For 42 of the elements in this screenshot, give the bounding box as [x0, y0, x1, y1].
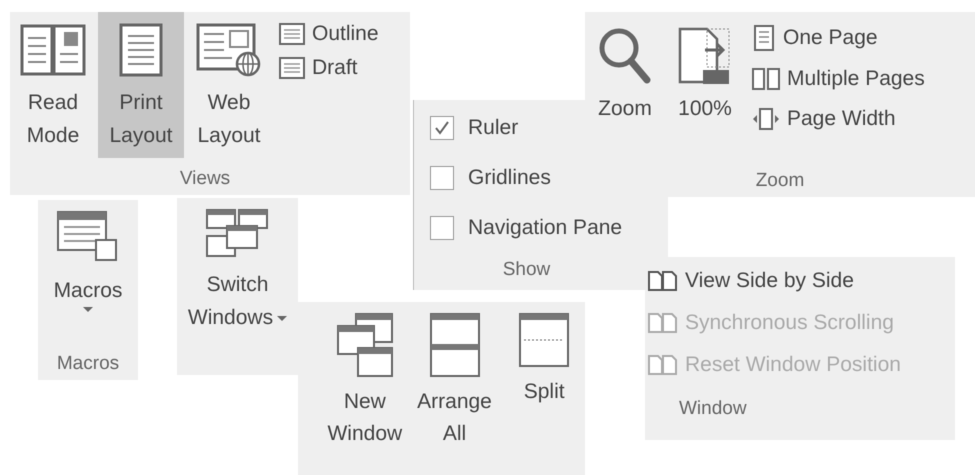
scroll-pages-icon	[647, 311, 679, 335]
checkbox-option[interactable]: Navigation Pane	[430, 216, 622, 240]
page-view-button[interactable]: One Page	[751, 24, 925, 52]
two-pages-icon	[647, 269, 679, 293]
page-icon	[118, 22, 164, 78]
page-view-button[interactable]: Page Width	[751, 106, 925, 132]
group-label: Macros	[56, 352, 120, 376]
view-mode-button[interactable]: Read Mode	[10, 12, 96, 158]
web-page-icon	[196, 22, 262, 78]
window-button[interactable]: New Window	[324, 302, 406, 475]
window-option-button[interactable]: View Side by Side	[647, 269, 955, 293]
zoom-button[interactable]: 100%	[665, 12, 745, 125]
checkbox-option[interactable]: Gridlines	[430, 166, 551, 190]
window-button[interactable]: Split	[503, 302, 586, 475]
group-label: Show	[502, 258, 552, 282]
group-label: Window	[678, 397, 748, 421]
book-icon	[20, 22, 86, 78]
outline-icon	[278, 22, 306, 46]
page-icon	[751, 24, 777, 52]
zoom-button[interactable]: Zoom	[585, 12, 665, 125]
checkbox[interactable]	[430, 216, 454, 240]
draft-icon	[278, 56, 306, 80]
split-window-icon	[518, 312, 570, 368]
two-pages-icon	[751, 66, 781, 92]
page-width-icon	[751, 106, 781, 132]
reset-pages-icon	[647, 353, 679, 377]
stacked-windows-icon	[428, 312, 480, 378]
group-label: Zoom	[754, 169, 806, 193]
view-mode-button[interactable]: Web Layout	[186, 12, 272, 158]
checkbox[interactable]	[430, 116, 454, 140]
windows-icon	[204, 208, 270, 260]
window-button[interactable]: Arrange All	[414, 302, 496, 475]
page-view-button[interactable]: Multiple Pages	[751, 66, 925, 92]
macros-button[interactable]: Macros	[54, 200, 122, 350]
view-option-button[interactable]: Draft	[278, 56, 379, 80]
view-option-button[interactable]: Outline	[278, 22, 379, 46]
group-label: Views	[178, 167, 232, 191]
switch-windows-button[interactable]: Switch Windows	[178, 198, 296, 334]
windows-icon	[336, 312, 394, 378]
checkbox[interactable]	[430, 166, 454, 190]
view-mode-button[interactable]: Print Layout	[98, 12, 184, 158]
checkbox-option[interactable]: Ruler	[430, 116, 518, 140]
